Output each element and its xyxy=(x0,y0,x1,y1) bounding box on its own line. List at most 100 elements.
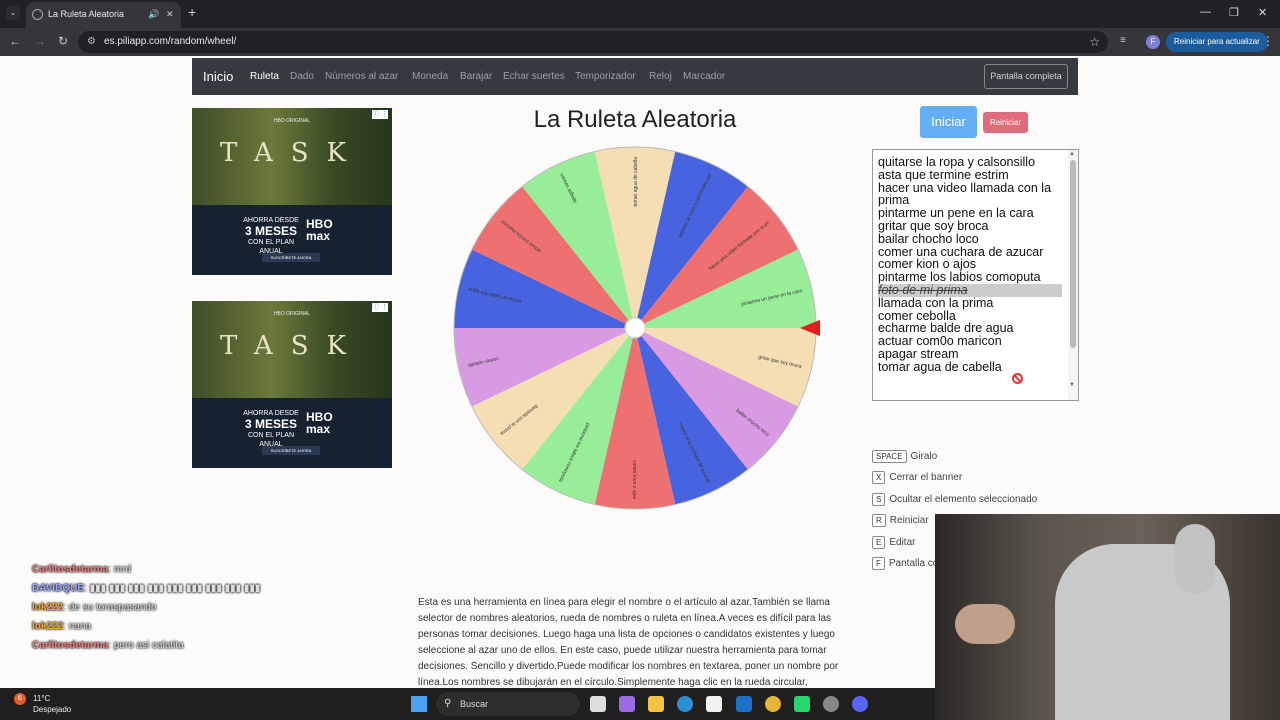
nav-numeros[interactable]: Números al azar xyxy=(325,71,398,82)
shortcut-item: E Editar xyxy=(872,535,915,549)
weather-widget[interactable]: 11°C Despejado xyxy=(33,693,71,715)
reload-icon[interactable]: ↻ xyxy=(58,34,68,48)
option-line[interactable]: gritar que soy broca xyxy=(878,220,988,233)
forward-icon[interactable]: → xyxy=(34,34,46,48)
options-scrollbar[interactable]: ▲ ▼ xyxy=(1068,150,1078,400)
option-line[interactable]: asta que termine estrim xyxy=(878,168,1009,182)
scroll-up-icon[interactable]: ▲ xyxy=(1069,151,1075,157)
shortcut-label: Pantalla co xyxy=(888,558,939,569)
shortcut-item: R Reiniciar xyxy=(872,514,929,528)
fullscreen-button[interactable]: Pantalla completa xyxy=(984,64,1068,89)
webcam-overlay xyxy=(935,514,1280,720)
speaker-icon[interactable]: 🔊 xyxy=(148,2,159,26)
nav-dado[interactable]: Dado xyxy=(290,71,314,82)
outlook-icon[interactable] xyxy=(736,696,752,712)
scroll-down-icon[interactable]: ▼ xyxy=(1069,382,1075,388)
page-title: La Ruleta Aleatoria xyxy=(533,106,737,133)
wheel-hub xyxy=(624,317,646,339)
ad-banner[interactable]: HBO ORIGINAL TASK ⓘ ⋮ AHORRA DESDE 3 MESE… xyxy=(192,301,392,468)
restore-icon[interactable]: ❐ xyxy=(1229,6,1239,19)
adchoices-icon[interactable]: ⓘ ⋮ xyxy=(372,110,388,119)
shortcut-label: Ocultar el elemento seleccionado xyxy=(889,493,1038,505)
profile-avatar[interactable]: F xyxy=(1146,35,1160,49)
browser-tab[interactable]: La Ruleta Aleatoria 🔊 ✕ xyxy=(26,2,181,28)
description-text: Esta es una herramienta en línea para el… xyxy=(418,597,839,688)
wheel[interactable]: tomar agua de cabella quitarse la ropa y … xyxy=(450,143,822,513)
new-tab-icon[interactable]: + xyxy=(188,4,196,20)
option-line[interactable]: apagar stream xyxy=(878,348,959,361)
site-navbar: Inicio Ruleta Dado Números al azar Moned… xyxy=(192,58,1078,95)
kick-icon[interactable] xyxy=(794,696,810,712)
file-explorer-icon[interactable] xyxy=(648,696,664,712)
chrome-icon[interactable] xyxy=(765,696,781,712)
copilot-icon[interactable] xyxy=(619,696,635,712)
globe-icon xyxy=(32,9,43,20)
close-window-icon[interactable]: ✕ xyxy=(1258,6,1267,19)
weather-condition: Despejado xyxy=(33,705,72,714)
update-button[interactable]: Reiniciar para actualizar xyxy=(1166,32,1268,52)
task-view-icon[interactable] xyxy=(590,696,606,712)
ad-label: HBO ORIGINAL xyxy=(273,311,311,317)
nav-ruleta[interactable]: Ruleta xyxy=(250,71,279,82)
not-allowed-cursor-icon xyxy=(1012,373,1023,384)
shortcut-label: Giralo xyxy=(910,451,938,462)
shortcut-item: S Ocultar el elemento seleccionado xyxy=(872,492,1038,506)
chat-username: Carlitosdetarma xyxy=(32,564,109,575)
adchoices-icon[interactable]: ⓘ ⋮ xyxy=(372,303,388,312)
ad-label: HBO ORIGINAL xyxy=(273,118,311,124)
back-icon[interactable]: ← xyxy=(9,34,21,48)
taskbar: 6 11°C Despejado ⚲ Buscar xyxy=(0,688,935,720)
option-line[interactable]: foto de mi prima xyxy=(878,284,1062,297)
store-icon[interactable] xyxy=(706,696,722,712)
start-button[interactable]: Iniciar xyxy=(920,106,977,138)
shortcut-key: F xyxy=(872,557,885,570)
nav-echar-suertes[interactable]: Echar suertes xyxy=(503,71,565,82)
nav-marcador[interactable]: Marcador xyxy=(683,71,725,82)
chat-message: Carlitosdetarma: mrd xyxy=(32,564,131,575)
weather-temp: 11°C xyxy=(33,694,51,703)
nav-reloj[interactable]: Reloj xyxy=(649,71,672,82)
hbomax-logo: HBO max xyxy=(306,217,333,243)
address-bar[interactable]: ⚙ es.piliapp.com/random/wheel/ ☆ xyxy=(78,31,1108,53)
shortcut-label: Reiniciar xyxy=(889,515,929,527)
shortcut-key: S xyxy=(872,492,886,506)
options-textarea[interactable]: quitarse la ropa y calsonsillo asta que t… xyxy=(872,149,1079,401)
wheel-svg[interactable]: tomar agua de cabella quitarse la ropa y … xyxy=(450,143,822,513)
reading-list-icon[interactable]: ≡ xyxy=(1120,35,1126,46)
menu-icon[interactable]: ⋮ xyxy=(1262,34,1274,48)
obs-icon[interactable] xyxy=(823,696,839,712)
chat-message: Carlitosdetarma: pero asi calatita xyxy=(32,640,184,651)
shortcut-item: F Pantalla co xyxy=(872,557,938,570)
ad-cta-button[interactable]: SUSCRÍBETE AHORA xyxy=(262,446,320,455)
tab-title: La Ruleta Aleatoria xyxy=(48,9,125,19)
windows-start-icon[interactable] xyxy=(411,696,427,712)
chat-message: lok222: de su toraspasando xyxy=(32,602,157,613)
close-tab-icon[interactable]: ✕ xyxy=(166,2,174,26)
weather-badge[interactable]: 6 xyxy=(14,693,26,705)
reset-button[interactable]: Reiniciar xyxy=(983,112,1028,133)
chat-text: : mrd xyxy=(108,564,131,575)
shortcut-key: R xyxy=(872,514,886,528)
shortcut-label: Cerrar el banner xyxy=(889,472,963,484)
option-line[interactable]: llamada con la prima xyxy=(878,296,993,310)
chat-text: : pero asi calatita xyxy=(108,640,184,651)
brand-link[interactable]: Inicio xyxy=(203,69,233,84)
chat-username: Carlitosdetarma xyxy=(32,640,109,651)
nav-barajar[interactable]: Barajar xyxy=(460,71,492,82)
wheel-segment-label: tomar agua de cabella xyxy=(633,157,639,207)
minimize-icon[interactable]: — xyxy=(1200,6,1211,18)
discord-icon[interactable] xyxy=(852,696,868,712)
nav-temporizador[interactable]: Temporizador xyxy=(575,71,636,82)
ad-banner[interactable]: HBO ORIGINAL TASK ⓘ ⋮ AHORRA DESDE 3 MESE… xyxy=(192,108,392,275)
tab-search-icon[interactable]: ⌄ xyxy=(6,6,20,20)
chat-text: : de su toraspasando xyxy=(63,602,157,613)
edge-icon[interactable] xyxy=(677,696,693,712)
taskbar-search[interactable]: ⚲ Buscar xyxy=(436,692,580,716)
option-line[interactable]: bailar chocho loco xyxy=(878,232,979,246)
bookmark-star-icon[interactable]: ☆ xyxy=(1089,31,1100,53)
nav-moneda[interactable]: Moneda xyxy=(412,71,448,82)
ad-cta-button[interactable]: SUSCRÍBETE AHORA xyxy=(262,253,320,262)
option-line[interactable]: quitarse la ropa y calsonsillo xyxy=(878,156,1035,169)
site-info-icon[interactable]: ⚙ xyxy=(87,31,96,53)
option-line[interactable]: tomar agua de cabella xyxy=(878,360,1002,374)
